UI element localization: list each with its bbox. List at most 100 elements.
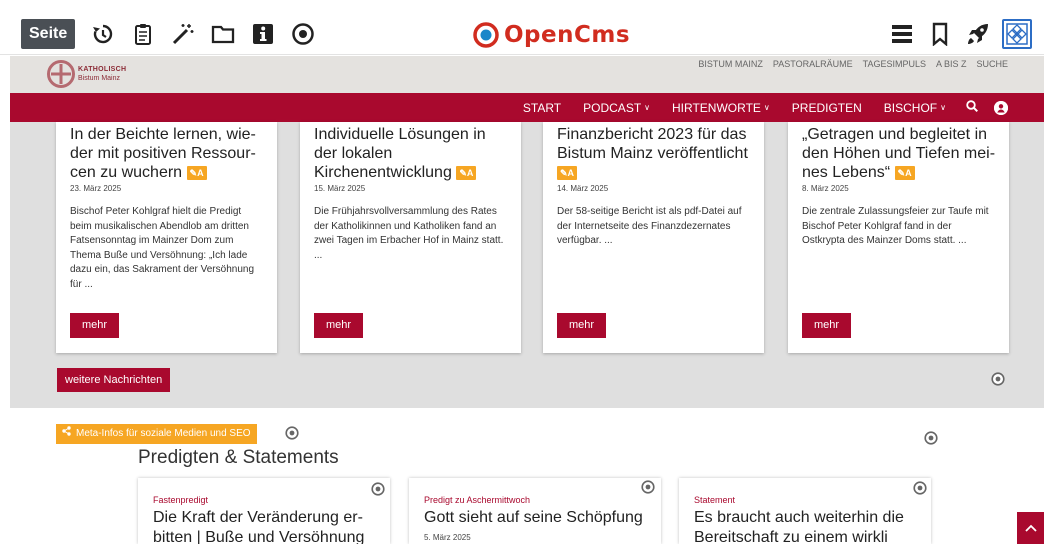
chevron-down-icon: ∨ bbox=[763, 103, 770, 112]
news-card-title-block: „Getragen und begleitet in den Höhen und… bbox=[802, 125, 997, 182]
news-card-title[interactable]: In der Beichte lernen, wie­der mit posit… bbox=[70, 126, 256, 181]
nav-label: BISCHOF bbox=[883, 100, 938, 115]
brand-text: KATHOLISCH Bistum Mainz bbox=[78, 65, 126, 83]
meta-nav-tagesimpuls[interactable]: TAGESIMPULS bbox=[863, 59, 926, 69]
clipboard-icon[interactable] bbox=[131, 22, 155, 46]
predigt-card-date: 5. März 2025 bbox=[424, 533, 471, 542]
info-icon[interactable] bbox=[251, 22, 275, 46]
predigt-card-kicker: Statement bbox=[694, 495, 736, 505]
edit-point-icon[interactable] bbox=[641, 480, 655, 494]
edit-pencil-icon: ✎ bbox=[560, 168, 568, 178]
news-card-date: 23. März 2025 bbox=[70, 184, 122, 193]
mehr-button[interactable]: mehr bbox=[314, 313, 364, 338]
magic-wand-icon[interactable] bbox=[171, 22, 195, 46]
edit-point-icon[interactable] bbox=[913, 481, 927, 495]
news-card-teaser: Bischof Peter Kohlgraf hielt die Pre­dig… bbox=[70, 206, 255, 290]
edit-pencil-icon: ✎ bbox=[897, 168, 906, 178]
news-card[interactable]: „Getragen und begleitet in den Höhen und… bbox=[788, 122, 1009, 353]
meta-infos-button[interactable]: Meta-Infos für soziale Medien und SEO bbox=[56, 424, 257, 444]
nav-item-hirtenworte[interactable]: HIRTENWORTE ∨ bbox=[672, 101, 770, 115]
opencms-logo: OpenCms bbox=[472, 19, 630, 51]
target-icon[interactable] bbox=[291, 22, 315, 46]
predigt-card[interactable]: Statement Es braucht auch weiterhin die … bbox=[679, 478, 931, 544]
edit-badge[interactable]: ✎A bbox=[186, 166, 207, 180]
edit-pencil-icon: ✎ bbox=[459, 168, 467, 178]
predigt-card[interactable]: Fastenpredigt Die Kraft der Veränderung … bbox=[138, 478, 390, 544]
meta-nav-bistum-mainz[interactable]: BISTUM MAINZ bbox=[698, 59, 763, 69]
news-card-teaser: Die zentrale Zulassungsfeier zur Tau­fe … bbox=[802, 206, 989, 246]
weitere-nachrichten-button[interactable]: weitere Nachrichten bbox=[57, 368, 171, 392]
news-card-teaser: Der 58-seitige Bericht ist als pdf-Da­te… bbox=[557, 206, 742, 246]
meta-nav-suche[interactable]: SUCHE bbox=[976, 59, 1008, 69]
news-card-date: 14. März 2025 bbox=[557, 184, 609, 193]
edit-point-icon[interactable] bbox=[371, 482, 385, 496]
edit-badge[interactable]: ✎A bbox=[894, 166, 915, 180]
edit-badge-label: A bbox=[567, 168, 575, 178]
opencms-logo-icon bbox=[473, 22, 499, 48]
brand-logo[interactable]: KATHOLISCH Bistum Mainz bbox=[47, 60, 126, 88]
hamburger-menu-icon[interactable] bbox=[890, 22, 914, 46]
edit-point-icon[interactable] bbox=[991, 372, 1005, 386]
news-card-title-block: In der Beichte lernen, wie­der mit posit… bbox=[70, 125, 265, 182]
meta-infos-label: Meta-Infos für soziale Medien und SEO bbox=[76, 428, 251, 439]
news-card-title-block: Individuelle Lösungen in der lokalen Kir… bbox=[314, 125, 509, 182]
nav-label: PODCAST bbox=[583, 100, 642, 115]
news-card-date: 15. März 2025 bbox=[314, 184, 366, 193]
predigt-card-title[interactable]: Gott sieht auf seine Schöpfung bbox=[424, 508, 651, 528]
chevron-down-icon: ∨ bbox=[940, 103, 946, 112]
edit-point-icon[interactable] bbox=[924, 431, 938, 445]
section-title: Predigten & Statements bbox=[138, 447, 339, 468]
history-icon[interactable] bbox=[91, 22, 115, 46]
predigt-card-title[interactable]: Es braucht auch weiterhin die Bereitscha… bbox=[694, 508, 921, 544]
nav-label: PREDIGTEN bbox=[791, 100, 862, 115]
user-icon[interactable] bbox=[994, 100, 1008, 115]
chevron-down-icon: ∨ bbox=[644, 103, 651, 112]
nav-label: HIRTENWORTE bbox=[672, 100, 761, 115]
bookmark-icon[interactable] bbox=[928, 22, 952, 46]
folder-icon[interactable] bbox=[211, 22, 235, 46]
toolbar-left-group: Seite bbox=[21, 18, 315, 50]
nav-item-predigten[interactable]: PREDIGTEN bbox=[792, 101, 862, 115]
predigt-card[interactable]: Predigt zu Aschermittwoch Gott sieht auf… bbox=[409, 478, 661, 544]
news-card[interactable]: Individuelle Lösungen in der lokalen Kir… bbox=[300, 122, 521, 353]
news-card-date: 8. März 2025 bbox=[802, 184, 849, 193]
nav-label: START bbox=[522, 100, 562, 115]
seite-button[interactable]: Seite bbox=[21, 19, 76, 49]
search-icon[interactable] bbox=[966, 100, 979, 115]
news-card[interactable]: Finanzbericht 2023 für das Bistum Mainz … bbox=[543, 122, 764, 353]
edit-badge[interactable]: ✎A bbox=[557, 166, 578, 180]
mehr-button[interactable]: mehr bbox=[557, 313, 607, 338]
edit-badge[interactable]: ✎A bbox=[456, 166, 477, 180]
predigt-card-kicker: Fastenpredigt bbox=[153, 495, 209, 505]
news-card-title-block: Finanzbericht 2023 für das Bistum Mainz … bbox=[557, 125, 752, 182]
edit-badge-label: A bbox=[197, 168, 204, 178]
meta-navigation: BISTUM MAINZ PASTORALRÄUME TAGESIMPULS A… bbox=[688, 59, 1008, 69]
scroll-to-top-button[interactable] bbox=[1017, 512, 1044, 544]
brand-line-2: Bistum Mainz bbox=[78, 75, 121, 82]
toolbar-right-group bbox=[876, 18, 1032, 50]
predigt-card-title[interactable]: Die Kraft der Veränderung er­bitten | Bu… bbox=[153, 508, 380, 544]
mehr-button[interactable]: mehr bbox=[802, 313, 852, 338]
mehr-button[interactable]: mehr bbox=[70, 313, 120, 338]
meta-nav-pastoralraeume[interactable]: PASTORALRÄUME bbox=[773, 59, 853, 69]
nav-item-podcast[interactable]: PODCAST ∨ bbox=[583, 101, 650, 115]
brand-cross-icon bbox=[47, 60, 75, 88]
edit-badge-label: A bbox=[466, 168, 474, 178]
predigt-card-kicker: Predigt zu Aschermittwoch bbox=[424, 495, 531, 505]
meta-nav-a-bis-z[interactable]: A BIS Z bbox=[936, 59, 967, 69]
edit-badge-label: A bbox=[905, 168, 912, 178]
nav-item-start[interactable]: START bbox=[523, 101, 561, 115]
edit-point-icon[interactable] bbox=[285, 426, 299, 440]
rocket-icon[interactable] bbox=[966, 22, 990, 46]
share-icon bbox=[62, 424, 71, 444]
chevron-up-icon bbox=[1024, 524, 1037, 532]
opencms-logo-text: OpenCms bbox=[504, 22, 631, 48]
edit-pencil-icon: ✎ bbox=[189, 168, 198, 178]
nav-item-bischof[interactable]: BISCHOF ∨ bbox=[884, 101, 946, 115]
main-navigation: START PODCAST ∨ HIRTENWORTE ∨ PREDIGTEN BI… bbox=[10, 93, 1044, 122]
news-card-title[interactable]: Finanzbericht 2023 für das Bistum Mainz … bbox=[557, 126, 748, 162]
news-card[interactable]: In der Beichte lernen, wie­der mit posit… bbox=[56, 122, 277, 353]
news-card-teaser: Die Frühjahrsvollversammlung des Rates d… bbox=[314, 206, 504, 261]
apps-tile-icon[interactable] bbox=[1002, 19, 1032, 49]
brand-line-1: KATHOLISCH bbox=[78, 66, 127, 73]
